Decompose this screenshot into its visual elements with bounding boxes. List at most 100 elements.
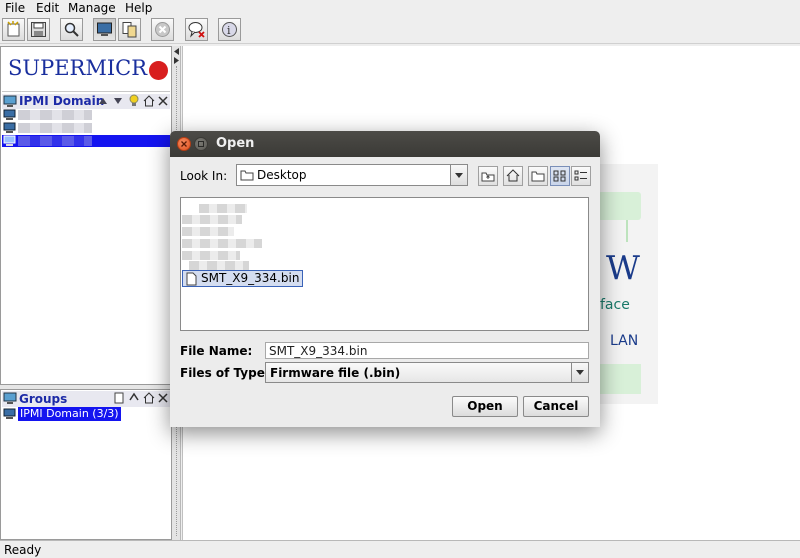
- dialog-title: Open: [216, 136, 255, 151]
- chevron-down-icon[interactable]: [571, 363, 588, 382]
- info-button[interactable]: i: [218, 18, 241, 41]
- bulb-icon[interactable]: [128, 94, 140, 108]
- host-icon: [3, 135, 16, 146]
- bg-green-box: [598, 364, 641, 394]
- groups-header: Groups: [2, 391, 170, 407]
- new-folder-button[interactable]: [528, 166, 548, 186]
- collapse-left-icon[interactable]: [173, 48, 180, 55]
- logo-o-mark: [149, 61, 168, 80]
- monitor-button[interactable]: [93, 18, 116, 41]
- group-up-icon[interactable]: [129, 392, 140, 404]
- remove-comment-button[interactable]: [185, 18, 208, 41]
- list-view-button[interactable]: [550, 166, 570, 186]
- groups-item[interactable]: IPMI Domain (3/3): [2, 407, 170, 421]
- status-text: Ready: [4, 543, 42, 557]
- host-row[interactable]: [2, 109, 170, 121]
- file-list[interactable]: SMT_X9_334.bin: [180, 197, 589, 331]
- svg-text:i: i: [227, 24, 231, 37]
- remove-comment-icon: [188, 22, 205, 38]
- new-system-button[interactable]: [2, 18, 25, 41]
- collapse-right-icon[interactable]: [173, 57, 180, 64]
- copy-icon: [122, 22, 137, 38]
- files-of-type-label: Files of Type:: [180, 366, 270, 380]
- domain-icon: [3, 408, 16, 419]
- logo-text: SUPERMICR: [8, 56, 148, 80]
- redacted-host: [18, 110, 92, 120]
- details-view-icon: [574, 170, 587, 181]
- redacted-file[interactable]: [182, 227, 234, 236]
- files-of-type-combo[interactable]: Firmware file (.bin): [265, 362, 589, 383]
- look-in-label: Look In:: [180, 169, 228, 183]
- menu-manage[interactable]: Manage: [68, 1, 116, 15]
- host-icon: [3, 122, 16, 133]
- up-folder-icon: [481, 172, 495, 182]
- details-view-button[interactable]: [571, 166, 591, 186]
- open-button[interactable]: Open: [452, 396, 518, 417]
- menu-edit[interactable]: Edit: [36, 1, 59, 15]
- stop-button[interactable]: [151, 18, 174, 41]
- home-icon[interactable]: [143, 95, 155, 107]
- status-bar: Ready: [0, 540, 800, 558]
- selected-file-name: SMT_X9_334.bin: [201, 271, 300, 285]
- redacted-file[interactable]: [189, 261, 249, 270]
- menu-file[interactable]: File: [5, 1, 25, 15]
- domain-icon: [3, 95, 17, 107]
- look-in-combo[interactable]: Desktop: [236, 164, 468, 186]
- close-icon[interactable]: [177, 137, 191, 151]
- open-dialog: Open Look In: Desktop SMT_X9_334.bin Fil…: [170, 131, 600, 427]
- groups-item-label: IPMI Domain (3/3): [18, 407, 121, 421]
- file-name-input[interactable]: [265, 342, 589, 359]
- selected-file[interactable]: SMT_X9_334.bin: [182, 270, 304, 287]
- host-row[interactable]: [2, 122, 170, 134]
- redacted-host: [18, 136, 92, 146]
- menu-bar: File Edit Manage Help: [0, 0, 800, 16]
- copy-button[interactable]: [118, 18, 141, 41]
- cancel-button[interactable]: Cancel: [523, 396, 589, 417]
- chevron-down-icon[interactable]: [450, 165, 467, 185]
- groups-title: Groups: [19, 392, 68, 406]
- info-icon: i: [222, 22, 237, 37]
- tools-icon[interactable]: [157, 392, 169, 404]
- redacted-file[interactable]: [182, 239, 262, 248]
- redacted-host: [18, 123, 92, 133]
- bg-green-box: [598, 192, 641, 220]
- bg-text-w: W: [606, 248, 640, 287]
- folder-icon: [240, 170, 254, 181]
- home-button[interactable]: [503, 166, 523, 186]
- host-row-selected[interactable]: [2, 135, 170, 147]
- move-down-icon[interactable]: [113, 96, 123, 106]
- look-in-value: Desktop: [257, 168, 307, 182]
- new-group-icon[interactable]: [114, 392, 125, 404]
- supermicro-logo: SUPERMICR: [2, 48, 170, 92]
- search-icon: [64, 22, 79, 37]
- dialog-titlebar[interactable]: Open: [170, 131, 600, 157]
- domain-panel: SUPERMICR IPMI Domain Groups IPMI Domain…: [0, 46, 172, 540]
- host-icon: [3, 109, 16, 120]
- redacted-file[interactable]: [182, 215, 242, 224]
- file-name-label: File Name:: [180, 344, 253, 358]
- redacted-file[interactable]: [199, 204, 247, 213]
- file-icon: [186, 272, 197, 286]
- domain-header: IPMI Domain: [2, 94, 170, 109]
- bg-text-lan: LAN: [610, 333, 639, 349]
- bg-text-face: face: [600, 297, 630, 313]
- maximize-icon[interactable]: [194, 137, 208, 151]
- new-folder-icon: [531, 171, 545, 182]
- tools-icon[interactable]: [157, 95, 169, 107]
- stop-icon: [155, 22, 170, 37]
- bg-connector: [626, 220, 628, 242]
- groups-icon: [3, 392, 17, 404]
- domain-title: IPMI Domain: [19, 94, 105, 108]
- up-one-level-button[interactable]: [478, 166, 498, 186]
- menu-help[interactable]: Help: [125, 1, 152, 15]
- panel-divider[interactable]: [0, 384, 172, 390]
- home-icon[interactable]: [143, 392, 155, 404]
- save-icon: [31, 22, 46, 37]
- list-view-icon: [553, 170, 566, 182]
- toolbar: i: [0, 16, 800, 44]
- search-button[interactable]: [60, 18, 83, 41]
- save-button[interactable]: [27, 18, 50, 41]
- move-up-icon[interactable]: [98, 96, 108, 106]
- redacted-file[interactable]: [182, 251, 240, 260]
- new-system-icon: [7, 21, 20, 37]
